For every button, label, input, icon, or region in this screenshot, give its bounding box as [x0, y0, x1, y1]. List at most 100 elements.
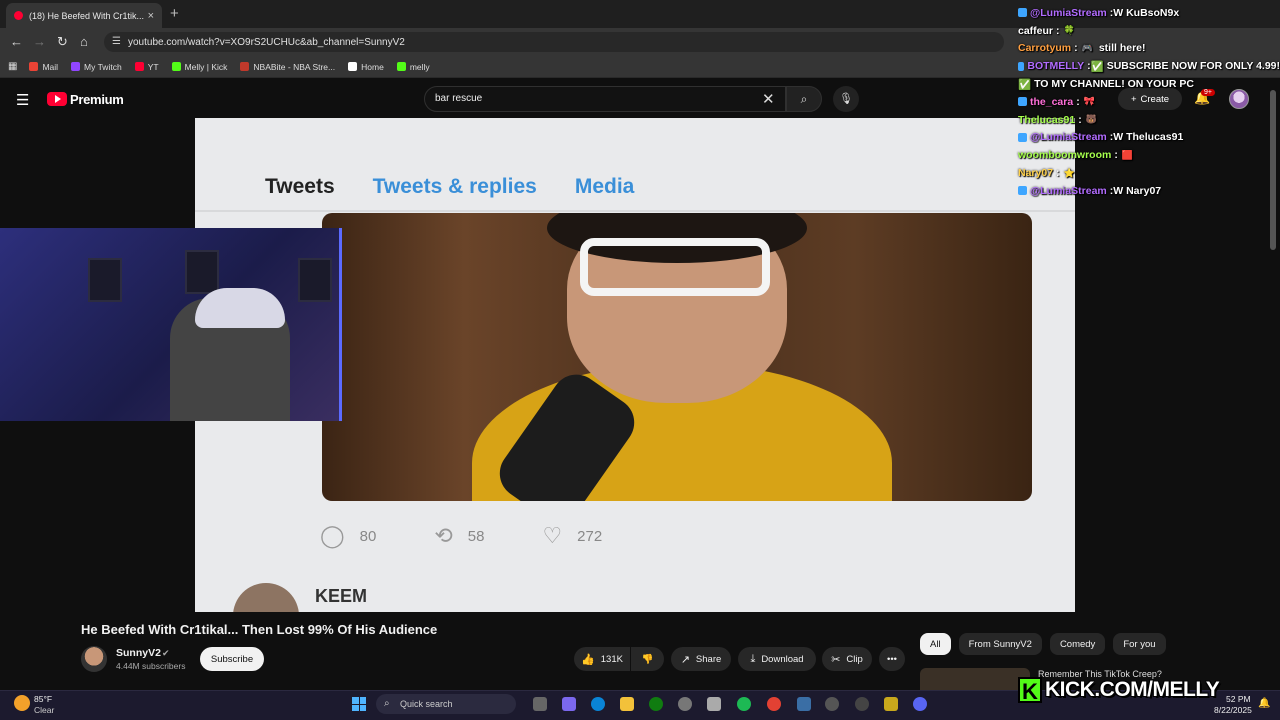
- chat-badge-icon: [1018, 8, 1027, 18]
- youtube-logo-icon[interactable]: [47, 92, 67, 106]
- home-icon[interactable]: ⌂: [80, 34, 88, 49]
- chat-badge-icon: [1018, 186, 1027, 196]
- close-icon[interactable]: ×: [148, 10, 154, 22]
- video-content-frame: [322, 213, 1032, 501]
- chip-all[interactable]: All: [920, 633, 951, 655]
- share-icon: ↗: [680, 653, 690, 666]
- weather-sun-icon[interactable]: [14, 695, 30, 711]
- chat-message: BOTMELLY: ✅ SUBSCRIBE NOW FOR ONLY 4.99!: [1018, 57, 1280, 75]
- chat-message: @LumiaStream: W Thelucas91: [1018, 129, 1280, 147]
- app-icon[interactable]: [884, 697, 898, 711]
- bookmark-my-twitch[interactable]: My Twitch: [71, 62, 122, 72]
- heart-icon: ♡: [542, 523, 563, 548]
- check-icon: ✅: [1018, 78, 1032, 91]
- clear-search-icon[interactable]: ✕: [762, 90, 775, 108]
- emote-icon: 🟥: [1121, 149, 1134, 160]
- chat-message: Thelucas91: 🐻: [1018, 113, 1097, 126]
- kick-url-text: KICK.COM/MELLY: [1045, 678, 1220, 701]
- chat-message: @LumiaStream: W Nary07: [1018, 182, 1280, 200]
- thumbs-down-icon: 👎: [641, 653, 654, 665]
- chat-badge-icon: [1018, 132, 1027, 142]
- start-button[interactable]: [352, 697, 366, 711]
- chat-message: woomboomwroom: 🟥: [1018, 149, 1134, 162]
- share-button[interactable]: ↗ Share: [671, 647, 731, 671]
- bookmark-mail[interactable]: Mail: [29, 62, 58, 72]
- wall-poster: [298, 258, 332, 302]
- back-icon[interactable]: ←: [10, 34, 23, 49]
- scissors-icon: ✂: [831, 653, 841, 666]
- dislike-button[interactable]: 👎: [631, 647, 664, 671]
- edge-icon[interactable]: [591, 697, 605, 711]
- download-button[interactable]: ⤓ Download: [738, 647, 816, 671]
- app-icon[interactable]: [797, 697, 811, 711]
- search-icon: ⌕: [384, 698, 390, 709]
- channel-name[interactable]: SunnyV2: [116, 647, 161, 659]
- bookmark-home[interactable]: Home: [348, 62, 384, 72]
- copilot-icon[interactable]: [562, 697, 576, 711]
- file-explorer-icon[interactable]: [620, 697, 634, 711]
- site-info-icon[interactable]: ☰: [112, 36, 121, 47]
- channel-avatar[interactable]: [81, 646, 107, 672]
- taskbar-search[interactable]: ⌕ Quick search: [376, 694, 516, 714]
- subscriber-count: 4.44M subscribers: [116, 661, 186, 671]
- more-actions-button[interactable]: •••: [879, 647, 905, 671]
- address-bar[interactable]: ☰ youtube.com/watch?v=XO9rS2UCHUc&ab_cha…: [104, 32, 1004, 52]
- subscribe-button[interactable]: Subscribe: [200, 647, 264, 671]
- divider: [195, 210, 1075, 212]
- forward-icon[interactable]: →: [33, 34, 46, 49]
- kick-channel-overlay: K KICK.COM/MELLY: [1018, 676, 1230, 704]
- spotify-icon[interactable]: [737, 697, 751, 711]
- tab-title: (18) He Beefed With Cr1tik...: [29, 10, 144, 21]
- discord-icon[interactable]: [913, 697, 927, 711]
- like-button[interactable]: 👍 131K: [574, 647, 630, 671]
- chrome-icon[interactable]: [767, 697, 781, 711]
- verified-icon: ✔: [162, 648, 170, 658]
- recommended-video-thumbnail[interactable]: [920, 668, 1030, 690]
- reload-icon[interactable]: ↻: [57, 34, 68, 50]
- apps-grid-icon[interactable]: ▦: [8, 61, 17, 72]
- bookmark-nbabite[interactable]: NBABite - NBA Stre...: [240, 62, 335, 72]
- clip-button[interactable]: ✂ Clip: [822, 647, 872, 671]
- bookmark-yt[interactable]: YT: [134, 62, 159, 72]
- tweets-replies-tab: Tweets & replies: [372, 175, 537, 198]
- menu-icon[interactable]: ☰: [16, 91, 29, 109]
- search-input[interactable]: bar rescue: [424, 86, 786, 112]
- xbox-icon[interactable]: [649, 697, 663, 711]
- weather-condition: Clear: [34, 705, 55, 715]
- new-tab-button[interactable]: +: [170, 5, 179, 22]
- voice-search-button[interactable]: 🎙: [833, 86, 859, 112]
- youtube-favicon-icon: [14, 11, 23, 20]
- chip-from-sunnyv2[interactable]: From SunnyV2: [958, 633, 1042, 655]
- nbabite-icon: [240, 62, 250, 71]
- app-icon[interactable]: [855, 697, 869, 711]
- kick-logo-icon: K: [1018, 677, 1042, 704]
- emote-icon: 🎮: [1081, 42, 1093, 53]
- weather-temp: 85°F: [34, 694, 53, 704]
- bookmark-melly-kick[interactable]: Melly | Kick: [171, 62, 227, 72]
- thumbs-up-icon: 👍: [581, 653, 595, 666]
- chat-message: Nary07: ⭐: [1018, 167, 1075, 180]
- tweet-author-avatar: [233, 583, 299, 612]
- kick-icon: [396, 62, 406, 71]
- chip-for-you[interactable]: For you: [1113, 633, 1166, 655]
- search-button[interactable]: ⌕: [786, 86, 822, 112]
- plush-hat: [195, 288, 285, 328]
- emote-icon: 🎀: [1083, 96, 1095, 107]
- youtube-brand[interactable]: Premium: [70, 92, 124, 107]
- chip-comedy[interactable]: Comedy: [1049, 633, 1106, 655]
- emote-icon: 🐻: [1085, 114, 1097, 125]
- app-icon[interactable]: [678, 697, 692, 711]
- media-tab: Media: [574, 175, 635, 198]
- task-view-icon[interactable]: [533, 697, 547, 711]
- media-player-icon[interactable]: [825, 697, 839, 711]
- related-filter-chips: All From SunnyV2 Comedy For you: [920, 633, 1174, 655]
- bookmark-melly[interactable]: melly: [396, 62, 430, 72]
- tweet-tabs: Tweets Tweets & replies Media: [265, 175, 672, 199]
- notification-center-icon[interactable]: 🔔: [1258, 698, 1270, 709]
- chat-message: caffeur: 🍀: [1018, 24, 1075, 37]
- browser-tab[interactable]: (18) He Beefed With Cr1tik... ×: [6, 3, 162, 28]
- chat-message: ✅ TO MY CHANNEL! ON YOUR PC: [1018, 78, 1194, 91]
- search-icon: ⌕: [800, 92, 808, 106]
- retweet-count: ⟲ 58: [434, 523, 485, 548]
- store-icon[interactable]: [707, 697, 721, 711]
